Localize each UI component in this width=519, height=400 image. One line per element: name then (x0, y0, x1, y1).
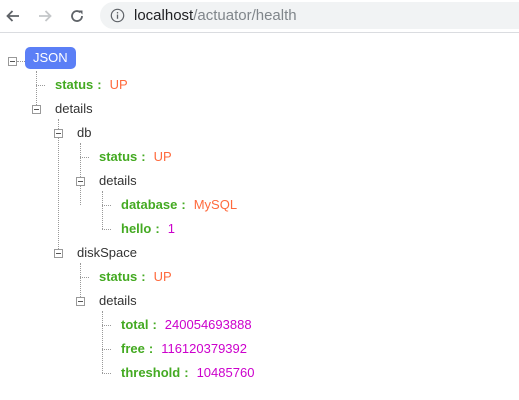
json-key: total (121, 317, 149, 332)
tree-connector (36, 71, 37, 109)
tree-connector (102, 229, 111, 230)
json-tree-viewer: JSON status: UP details db status: UP deta… (0, 33, 519, 400)
tree-connector (58, 119, 59, 253)
tree-connector (80, 143, 81, 205)
node-label: diskSpace (77, 245, 137, 260)
json-separator: : (141, 269, 146, 284)
tree-row-total: total:240054693888 (121, 317, 252, 333)
arrow-left-icon (6, 10, 19, 22)
json-separator: : (97, 77, 102, 92)
json-value: UP (153, 269, 172, 284)
tree-connector (80, 263, 81, 301)
json-key: status (55, 77, 94, 92)
tree-row-db-details[interactable]: details (99, 173, 137, 189)
json-value: 116120379392 (161, 341, 247, 356)
tree-connector (36, 85, 45, 86)
tree-row-status: status: UP (55, 77, 128, 93)
tree-connector (80, 277, 89, 278)
json-value: 1 (167, 221, 175, 236)
tree-row-threshold: threshold:10485760 (121, 365, 254, 381)
collapse-toggle-icon[interactable] (32, 105, 41, 114)
tree-connector (102, 205, 111, 206)
json-separator: : (148, 341, 154, 356)
json-key: free (121, 341, 145, 356)
collapse-toggle-icon[interactable] (54, 249, 63, 258)
json-key: hello (121, 221, 152, 236)
json-separator: : (152, 317, 157, 332)
info-icon[interactable] (110, 8, 125, 23)
json-separator: : (184, 365, 189, 380)
url-host: localhost (134, 7, 194, 24)
json-separator: : (141, 149, 146, 164)
tree-row-diskspace-details[interactable]: details (99, 293, 137, 309)
tree-row-database: database: MySQL (121, 197, 237, 213)
arrow-right-icon (39, 10, 52, 22)
browser-toolbar: localhost/actuator/health (0, 0, 519, 33)
tree-connector (17, 61, 25, 62)
json-key: threshold (121, 365, 181, 380)
tree-connector (102, 191, 103, 229)
collapse-toggle-icon[interactable] (8, 57, 17, 66)
tree-row-db[interactable]: db (77, 125, 91, 141)
json-key: status (99, 269, 138, 284)
tree-row-free: free:116120379392 (121, 341, 247, 357)
json-value: 10485760 (196, 365, 255, 380)
json-separator: : (155, 221, 160, 236)
json-key: database (121, 197, 178, 212)
forward-button[interactable] (34, 5, 56, 27)
node-label: db (77, 125, 92, 140)
json-value: MySQL (193, 197, 238, 212)
json-value: UP (153, 149, 172, 164)
back-button[interactable] (2, 5, 24, 27)
tree-row-diskspace-status: status: UP (99, 269, 172, 285)
reload-button[interactable] (66, 5, 88, 27)
url-path: /actuator/health (193, 7, 297, 24)
node-label: details (99, 173, 137, 188)
tree-row-db-status: status: UP (99, 149, 172, 165)
json-separator: : (181, 197, 186, 212)
json-key: status (99, 149, 138, 164)
tree-row-diskspace[interactable]: diskSpace (77, 245, 137, 261)
tree-connector (102, 325, 111, 326)
json-value: 240054693888 (164, 317, 252, 332)
tree-connector (102, 373, 111, 374)
tree-connector (102, 311, 103, 373)
address-bar[interactable]: localhost/actuator/health (100, 2, 519, 29)
node-label: details (99, 293, 137, 308)
tree-row-hello: hello:1 (121, 221, 175, 237)
tree-connector (80, 157, 89, 158)
node-label: details (55, 101, 93, 116)
json-value: UP (109, 77, 128, 92)
tree-row-details[interactable]: details (55, 101, 93, 117)
json-root-badge[interactable]: JSON (25, 47, 76, 69)
reload-icon (71, 10, 83, 22)
url-text[interactable]: localhost/actuator/health (134, 7, 297, 24)
collapse-toggle-icon[interactable] (76, 297, 85, 306)
collapse-toggle-icon[interactable] (76, 177, 85, 186)
tree-connector (102, 349, 111, 350)
collapse-toggle-icon[interactable] (54, 129, 63, 138)
